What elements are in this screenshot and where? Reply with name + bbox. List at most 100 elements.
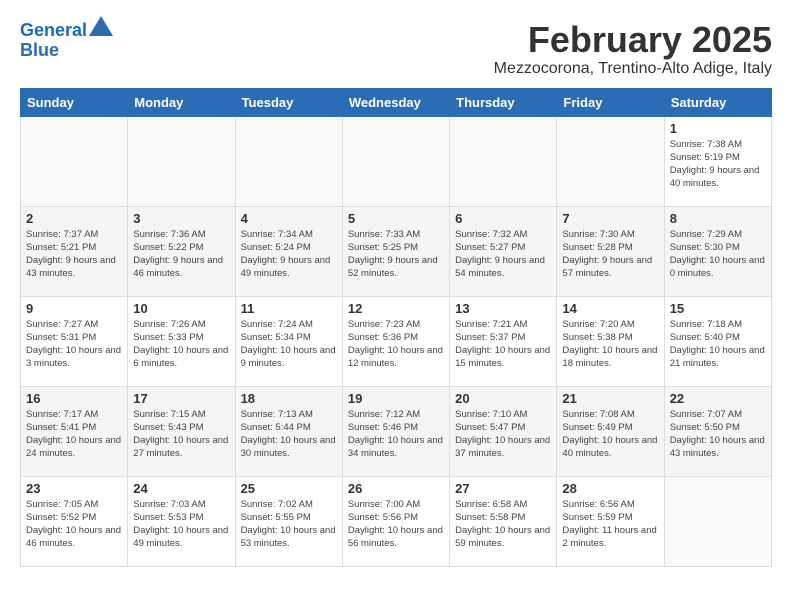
day-number: 6: [455, 211, 551, 226]
day-number: 23: [26, 481, 122, 496]
day-number: 17: [133, 391, 229, 406]
day-number: 3: [133, 211, 229, 226]
calendar-cell: 8 Sunrise: 7:29 AM Sunset: 5:30 PM Daylig…: [664, 206, 771, 296]
day-info: Sunrise: 7:13 AM Sunset: 5:44 PM Dayligh…: [241, 408, 337, 461]
day-number: 2: [26, 211, 122, 226]
calendar-cell: 20 Sunrise: 7:10 AM Sunset: 5:47 PM Dayli…: [450, 386, 557, 476]
calendar-cell: 9 Sunrise: 7:27 AM Sunset: 5:31 PM Daylig…: [21, 296, 128, 386]
month-title: February 2025: [494, 20, 772, 60]
calendar-cell: 21 Sunrise: 7:08 AM Sunset: 5:49 PM Dayli…: [557, 386, 664, 476]
calendar-week-row: 16 Sunrise: 7:17 AM Sunset: 5:41 PM Dayli…: [21, 386, 772, 476]
day-info: Sunrise: 7:29 AM Sunset: 5:30 PM Dayligh…: [670, 228, 766, 281]
day-number: 14: [562, 301, 658, 316]
calendar-cell: 18Sunrise: 7:13 AM Sunset: 5:44 PM Dayli…: [235, 386, 342, 476]
logo: GeneralBlue: [20, 20, 113, 61]
calendar-cell: 26 Sunrise: 7:00 AM Sunset: 5:56 PM Dayli…: [342, 476, 449, 566]
calendar-cell: 15Sunrise: 7:18 AM Sunset: 5:40 PM Dayli…: [664, 296, 771, 386]
logo-text: GeneralBlue: [20, 20, 113, 61]
header-wednesday: Wednesday: [342, 88, 449, 116]
title-block: February 2025 Mezzocorona, Trentino-Alto…: [494, 20, 772, 78]
day-info: Sunrise: 7:37 AM Sunset: 5:21 PM Dayligh…: [26, 228, 122, 281]
day-number: 24: [133, 481, 229, 496]
calendar-cell: 12 Sunrise: 7:23 AM Sunset: 5:36 PM Dayli…: [342, 296, 449, 386]
day-number: 20: [455, 391, 551, 406]
day-number: 25: [241, 481, 337, 496]
calendar-cell: 11 Sunrise: 7:24 AM Sunset: 5:34 PM Dayli…: [235, 296, 342, 386]
day-info: Sunrise: 7:10 AM Sunset: 5:47 PM Dayligh…: [455, 408, 551, 461]
day-info: Sunrise: 7:15 AM Sunset: 5:43 PM Dayligh…: [133, 408, 229, 461]
logo-icon: [89, 16, 113, 36]
header-friday: Friday: [557, 88, 664, 116]
calendar-week-row: 23Sunrise: 7:05 AM Sunset: 5:52 PM Dayli…: [21, 476, 772, 566]
day-info: Sunrise: 7:18 AM Sunset: 5:40 PM Dayligh…: [670, 318, 766, 371]
day-info: Sunrise: 7:33 AM Sunset: 5:25 PM Dayligh…: [348, 228, 444, 281]
header-tuesday: Tuesday: [235, 88, 342, 116]
day-number: 19: [348, 391, 444, 406]
calendar-cell: [664, 476, 771, 566]
calendar-cell: [450, 116, 557, 206]
calendar-cell: 5 Sunrise: 7:33 AM Sunset: 5:25 PM Daylig…: [342, 206, 449, 296]
day-number: 27: [455, 481, 551, 496]
day-number: 1: [670, 121, 766, 136]
calendar-cell: 1 Sunrise: 7:38 AM Sunset: 5:19 PM Daylig…: [664, 116, 771, 206]
day-info: Sunrise: 7:34 AM Sunset: 5:24 PM Dayligh…: [241, 228, 337, 281]
calendar-cell: 28 Sunrise: 6:56 AM Sunset: 5:59 PM Dayli…: [557, 476, 664, 566]
day-number: 13: [455, 301, 551, 316]
day-number: 9: [26, 301, 122, 316]
page-header: GeneralBlue February 2025 Mezzocorona, T…: [20, 20, 772, 78]
calendar-cell: 7 Sunrise: 7:30 AM Sunset: 5:28 PM Daylig…: [557, 206, 664, 296]
day-info: Sunrise: 7:27 AM Sunset: 5:31 PM Dayligh…: [26, 318, 122, 371]
calendar-week-row: 9 Sunrise: 7:27 AM Sunset: 5:31 PM Daylig…: [21, 296, 772, 386]
calendar-cell: [128, 116, 235, 206]
day-number: 8: [670, 211, 766, 226]
day-number: 16: [26, 391, 122, 406]
day-number: 28: [562, 481, 658, 496]
calendar-cell: 27Sunrise: 6:58 AM Sunset: 5:58 PM Dayli…: [450, 476, 557, 566]
calendar-cell: 2 Sunrise: 7:37 AM Sunset: 5:21 PM Daylig…: [21, 206, 128, 296]
calendar-cell: [557, 116, 664, 206]
day-number: 21: [562, 391, 658, 406]
calendar-cell: 4 Sunrise: 7:34 AM Sunset: 5:24 PM Daylig…: [235, 206, 342, 296]
day-info: Sunrise: 7:30 AM Sunset: 5:28 PM Dayligh…: [562, 228, 658, 281]
calendar-header-row: SundayMondayTuesdayWednesdayThursdayFrid…: [21, 88, 772, 116]
location-title: Mezzocorona, Trentino-Alto Adige, Italy: [494, 60, 772, 78]
day-info: Sunrise: 7:00 AM Sunset: 5:56 PM Dayligh…: [348, 498, 444, 551]
day-info: Sunrise: 7:38 AM Sunset: 5:19 PM Dayligh…: [670, 138, 766, 191]
calendar-cell: 25 Sunrise: 7:02 AM Sunset: 5:55 PM Dayli…: [235, 476, 342, 566]
header-monday: Monday: [128, 88, 235, 116]
calendar: SundayMondayTuesdayWednesdayThursdayFrid…: [20, 88, 772, 567]
day-info: Sunrise: 7:17 AM Sunset: 5:41 PM Dayligh…: [26, 408, 122, 461]
day-number: 7: [562, 211, 658, 226]
calendar-cell: 19 Sunrise: 7:12 AM Sunset: 5:46 PM Dayli…: [342, 386, 449, 476]
calendar-cell: 17 Sunrise: 7:15 AM Sunset: 5:43 PM Dayli…: [128, 386, 235, 476]
day-number: 10: [133, 301, 229, 316]
calendar-cell: 3Sunrise: 7:36 AM Sunset: 5:22 PM Daylig…: [128, 206, 235, 296]
header-saturday: Saturday: [664, 88, 771, 116]
header-thursday: Thursday: [450, 88, 557, 116]
day-info: Sunrise: 7:23 AM Sunset: 5:36 PM Dayligh…: [348, 318, 444, 371]
day-info: Sunrise: 6:56 AM Sunset: 5:59 PM Dayligh…: [562, 498, 658, 551]
day-info: Sunrise: 7:20 AM Sunset: 5:38 PM Dayligh…: [562, 318, 658, 371]
day-number: 4: [241, 211, 337, 226]
day-info: Sunrise: 7:32 AM Sunset: 5:27 PM Dayligh…: [455, 228, 551, 281]
calendar-cell: [21, 116, 128, 206]
day-info: Sunrise: 7:24 AM Sunset: 5:34 PM Dayligh…: [241, 318, 337, 371]
day-number: 26: [348, 481, 444, 496]
calendar-week-row: 1 Sunrise: 7:38 AM Sunset: 5:19 PM Daylig…: [21, 116, 772, 206]
calendar-cell: 14 Sunrise: 7:20 AM Sunset: 5:38 PM Dayli…: [557, 296, 664, 386]
day-number: 5: [348, 211, 444, 226]
day-number: 22: [670, 391, 766, 406]
calendar-cell: 23Sunrise: 7:05 AM Sunset: 5:52 PM Dayli…: [21, 476, 128, 566]
calendar-cell: 6 Sunrise: 7:32 AM Sunset: 5:27 PM Daylig…: [450, 206, 557, 296]
day-info: Sunrise: 7:12 AM Sunset: 5:46 PM Dayligh…: [348, 408, 444, 461]
day-number: 12: [348, 301, 444, 316]
day-info: Sunrise: 7:08 AM Sunset: 5:49 PM Dayligh…: [562, 408, 658, 461]
day-number: 11: [241, 301, 337, 316]
day-info: Sunrise: 7:03 AM Sunset: 5:53 PM Dayligh…: [133, 498, 229, 551]
calendar-cell: 24 Sunrise: 7:03 AM Sunset: 5:53 PM Dayli…: [128, 476, 235, 566]
header-sunday: Sunday: [21, 88, 128, 116]
calendar-cell: [342, 116, 449, 206]
day-info: Sunrise: 7:02 AM Sunset: 5:55 PM Dayligh…: [241, 498, 337, 551]
day-info: Sunrise: 7:07 AM Sunset: 5:50 PM Dayligh…: [670, 408, 766, 461]
calendar-week-row: 2 Sunrise: 7:37 AM Sunset: 5:21 PM Daylig…: [21, 206, 772, 296]
